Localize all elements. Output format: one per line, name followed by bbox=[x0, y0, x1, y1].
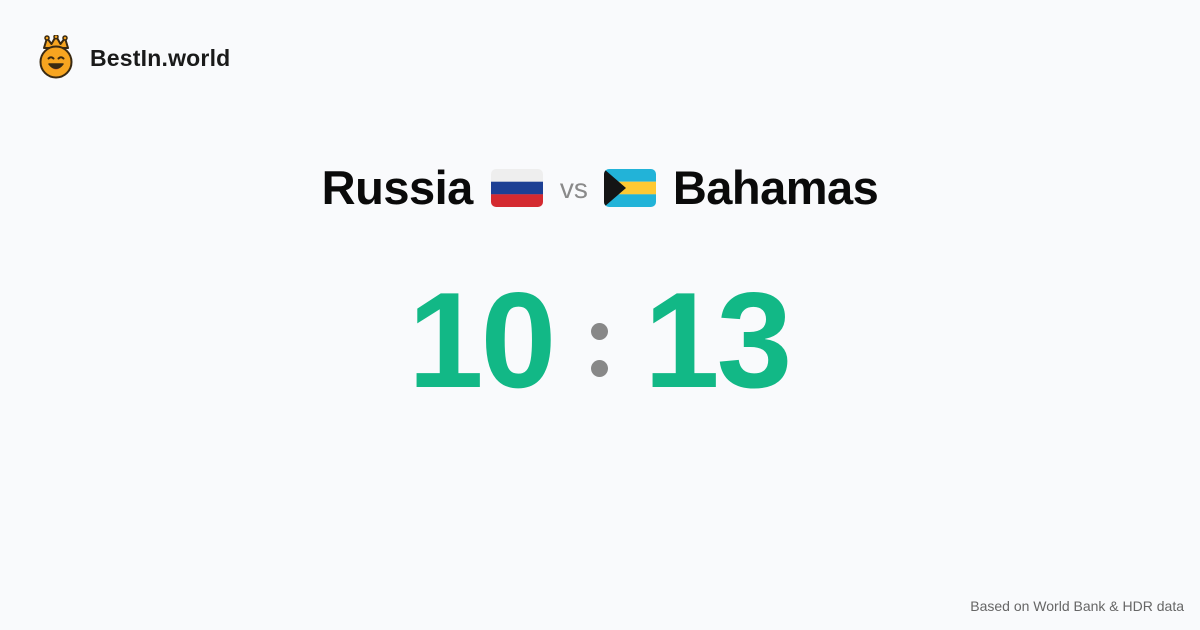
separator-dot bbox=[591, 360, 608, 377]
score-display: 10 13 bbox=[0, 270, 1200, 410]
brand-link[interactable]: BestIn.world bbox=[38, 35, 230, 79]
left-score: 10 bbox=[408, 264, 556, 416]
russia-flag-icon bbox=[490, 168, 543, 207]
right-country-name: Bahamas bbox=[672, 161, 879, 214]
left-country-name: Russia bbox=[321, 161, 474, 214]
crowned-smiley-icon bbox=[39, 35, 73, 79]
brand-name: BestIn.world bbox=[90, 44, 231, 71]
matchup-title: Russia vs Bahamas bbox=[0, 160, 1200, 215]
bahamas-flag-icon bbox=[603, 168, 656, 207]
data-source-note: Based on World Bank & HDR data bbox=[970, 598, 1184, 614]
right-score: 13 bbox=[644, 264, 792, 416]
vs-label: vs bbox=[559, 172, 588, 204]
separator-dot bbox=[591, 323, 608, 340]
